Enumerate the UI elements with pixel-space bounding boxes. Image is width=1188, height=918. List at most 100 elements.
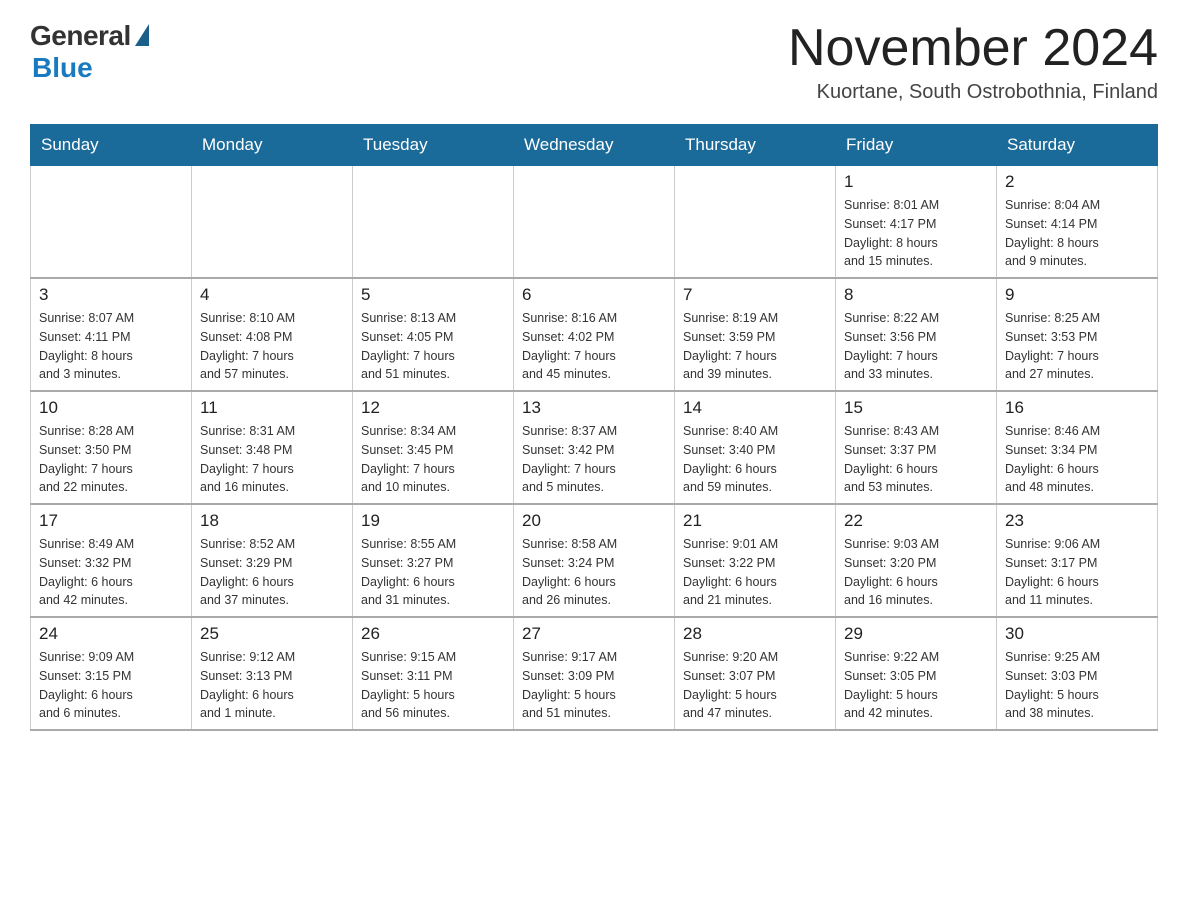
location-text: Kuortane, South Ostrobothnia, Finland [788, 81, 1158, 104]
day-info: Sunrise: 8:55 AM Sunset: 3:27 PM Dayligh… [361, 535, 505, 610]
day-number: 16 [1005, 398, 1149, 418]
calendar-week-1: 1Sunrise: 8:01 AM Sunset: 4:17 PM Daylig… [31, 166, 1158, 279]
day-info: Sunrise: 9:01 AM Sunset: 3:22 PM Dayligh… [683, 535, 827, 610]
calendar-cell [353, 166, 514, 279]
calendar-cell: 11 Sunrise: 8:31 AM Sunset: 3:48 PM Dayli… [192, 391, 353, 504]
day-info: Sunrise: 9:22 AM Sunset: 3:05 PM Dayligh… [844, 648, 988, 723]
calendar-cell [514, 166, 675, 279]
calendar-cell: 9Sunrise: 8:25 AM Sunset: 3:53 PM Daylig… [997, 278, 1158, 391]
day-info: Sunrise: 8:13 AM Sunset: 4:05 PM Dayligh… [361, 309, 505, 384]
day-info: Sunrise: 8:43 AM Sunset: 3:37 PM Dayligh… [844, 422, 988, 497]
weekday-header-wednesday: Wednesday [514, 125, 675, 166]
calendar-cell: 23 Sunrise: 9:06 AM Sunset: 3:17 PM Dayli… [997, 504, 1158, 617]
weekday-header-row: SundayMondayTuesdayWednesdayThursdayFrid… [31, 125, 1158, 166]
calendar-cell: 26Sunrise: 9:15 AM Sunset: 3:11 PM Dayli… [353, 617, 514, 730]
weekday-header-thursday: Thursday [675, 125, 836, 166]
day-info: Sunrise: 8:10 AM Sunset: 4:08 PM Dayligh… [200, 309, 344, 384]
day-number: 10 [39, 398, 183, 418]
calendar-week-2: 3 Sunrise: 8:07 AM Sunset: 4:11 PM Daylig… [31, 278, 1158, 391]
calendar-cell: 27 Sunrise: 9:17 AM Sunset: 3:09 PM Dayli… [514, 617, 675, 730]
day-info: Sunrise: 8:22 AM Sunset: 3:56 PM Dayligh… [844, 309, 988, 384]
day-info: Sunrise: 9:25 AM Sunset: 3:03 PM Dayligh… [1005, 648, 1149, 723]
calendar-cell: 24 Sunrise: 9:09 AM Sunset: 3:15 PM Dayli… [31, 617, 192, 730]
day-number: 3 [39, 285, 183, 305]
calendar-cell: 17 Sunrise: 8:49 AM Sunset: 3:32 PM Dayli… [31, 504, 192, 617]
day-number: 28 [683, 624, 827, 644]
calendar-cell: 8Sunrise: 8:22 AM Sunset: 3:56 PM Daylig… [836, 278, 997, 391]
calendar-cell: 19 Sunrise: 8:55 AM Sunset: 3:27 PM Dayli… [353, 504, 514, 617]
calendar-cell: 5 Sunrise: 8:13 AM Sunset: 4:05 PM Daylig… [353, 278, 514, 391]
calendar-cell [192, 166, 353, 279]
calendar-week-5: 24 Sunrise: 9:09 AM Sunset: 3:15 PM Dayli… [31, 617, 1158, 730]
day-number: 24 [39, 624, 183, 644]
calendar-cell: 30 Sunrise: 9:25 AM Sunset: 3:03 PM Dayli… [997, 617, 1158, 730]
calendar-cell: 15 Sunrise: 8:43 AM Sunset: 3:37 PM Dayli… [836, 391, 997, 504]
calendar-cell: 25 Sunrise: 9:12 AM Sunset: 3:13 PM Dayli… [192, 617, 353, 730]
day-info: Sunrise: 8:34 AM Sunset: 3:45 PM Dayligh… [361, 422, 505, 497]
day-number: 30 [1005, 624, 1149, 644]
calendar-week-3: 10Sunrise: 8:28 AM Sunset: 3:50 PM Dayli… [31, 391, 1158, 504]
day-number: 25 [200, 624, 344, 644]
weekday-header-tuesday: Tuesday [353, 125, 514, 166]
day-info: Sunrise: 9:03 AM Sunset: 3:20 PM Dayligh… [844, 535, 988, 610]
day-info: Sunrise: 9:20 AM Sunset: 3:07 PM Dayligh… [683, 648, 827, 723]
day-info: Sunrise: 8:49 AM Sunset: 3:32 PM Dayligh… [39, 535, 183, 610]
day-number: 6 [522, 285, 666, 305]
day-number: 7 [683, 285, 827, 305]
weekday-header-friday: Friday [836, 125, 997, 166]
calendar-cell: 6 Sunrise: 8:16 AM Sunset: 4:02 PM Daylig… [514, 278, 675, 391]
day-number: 4 [200, 285, 344, 305]
page-header: General Blue November 2024 Kuortane, Sou… [30, 20, 1158, 104]
day-info: Sunrise: 9:06 AM Sunset: 3:17 PM Dayligh… [1005, 535, 1149, 610]
calendar-cell: 14Sunrise: 8:40 AM Sunset: 3:40 PM Dayli… [675, 391, 836, 504]
logo-general-text: General [30, 20, 131, 52]
calendar-week-4: 17 Sunrise: 8:49 AM Sunset: 3:32 PM Dayli… [31, 504, 1158, 617]
calendar-cell: 22 Sunrise: 9:03 AM Sunset: 3:20 PM Dayli… [836, 504, 997, 617]
calendar-body: 1Sunrise: 8:01 AM Sunset: 4:17 PM Daylig… [31, 166, 1158, 731]
day-info: Sunrise: 8:25 AM Sunset: 3:53 PM Dayligh… [1005, 309, 1149, 384]
day-info: Sunrise: 8:04 AM Sunset: 4:14 PM Dayligh… [1005, 196, 1149, 271]
day-number: 11 [200, 398, 344, 418]
title-block: November 2024 Kuortane, South Ostrobothn… [788, 20, 1158, 104]
calendar-cell [31, 166, 192, 279]
calendar-cell: 21 Sunrise: 9:01 AM Sunset: 3:22 PM Dayli… [675, 504, 836, 617]
day-info: Sunrise: 8:37 AM Sunset: 3:42 PM Dayligh… [522, 422, 666, 497]
day-info: Sunrise: 8:46 AM Sunset: 3:34 PM Dayligh… [1005, 422, 1149, 497]
day-number: 19 [361, 511, 505, 531]
day-info: Sunrise: 8:07 AM Sunset: 4:11 PM Dayligh… [39, 309, 183, 384]
calendar-cell: 4 Sunrise: 8:10 AM Sunset: 4:08 PM Daylig… [192, 278, 353, 391]
day-number: 12 [361, 398, 505, 418]
day-number: 20 [522, 511, 666, 531]
weekday-header-monday: Monday [192, 125, 353, 166]
logo: General Blue [30, 20, 149, 84]
day-info: Sunrise: 8:31 AM Sunset: 3:48 PM Dayligh… [200, 422, 344, 497]
day-info: Sunrise: 8:16 AM Sunset: 4:02 PM Dayligh… [522, 309, 666, 384]
day-info: Sunrise: 9:12 AM Sunset: 3:13 PM Dayligh… [200, 648, 344, 723]
calendar-cell: 12 Sunrise: 8:34 AM Sunset: 3:45 PM Dayli… [353, 391, 514, 504]
calendar-cell: 28 Sunrise: 9:20 AM Sunset: 3:07 PM Dayli… [675, 617, 836, 730]
day-number: 23 [1005, 511, 1149, 531]
calendar-cell [675, 166, 836, 279]
day-number: 17 [39, 511, 183, 531]
day-number: 21 [683, 511, 827, 531]
day-number: 13 [522, 398, 666, 418]
day-info: Sunrise: 8:52 AM Sunset: 3:29 PM Dayligh… [200, 535, 344, 610]
calendar-cell: 10Sunrise: 8:28 AM Sunset: 3:50 PM Dayli… [31, 391, 192, 504]
day-number: 15 [844, 398, 988, 418]
day-info: Sunrise: 8:40 AM Sunset: 3:40 PM Dayligh… [683, 422, 827, 497]
day-number: 22 [844, 511, 988, 531]
day-info: Sunrise: 8:58 AM Sunset: 3:24 PM Dayligh… [522, 535, 666, 610]
day-info: Sunrise: 9:17 AM Sunset: 3:09 PM Dayligh… [522, 648, 666, 723]
day-number: 27 [522, 624, 666, 644]
day-info: Sunrise: 8:01 AM Sunset: 4:17 PM Dayligh… [844, 196, 988, 271]
calendar-cell: 20 Sunrise: 8:58 AM Sunset: 3:24 PM Dayli… [514, 504, 675, 617]
day-info: Sunrise: 8:19 AM Sunset: 3:59 PM Dayligh… [683, 309, 827, 384]
day-number: 5 [361, 285, 505, 305]
calendar-cell: 1Sunrise: 8:01 AM Sunset: 4:17 PM Daylig… [836, 166, 997, 279]
calendar-table: SundayMondayTuesdayWednesdayThursdayFrid… [30, 124, 1158, 731]
calendar-cell: 7 Sunrise: 8:19 AM Sunset: 3:59 PM Daylig… [675, 278, 836, 391]
day-info: Sunrise: 9:09 AM Sunset: 3:15 PM Dayligh… [39, 648, 183, 723]
calendar-cell: 13 Sunrise: 8:37 AM Sunset: 3:42 PM Dayli… [514, 391, 675, 504]
calendar-cell: 18Sunrise: 8:52 AM Sunset: 3:29 PM Dayli… [192, 504, 353, 617]
day-number: 29 [844, 624, 988, 644]
